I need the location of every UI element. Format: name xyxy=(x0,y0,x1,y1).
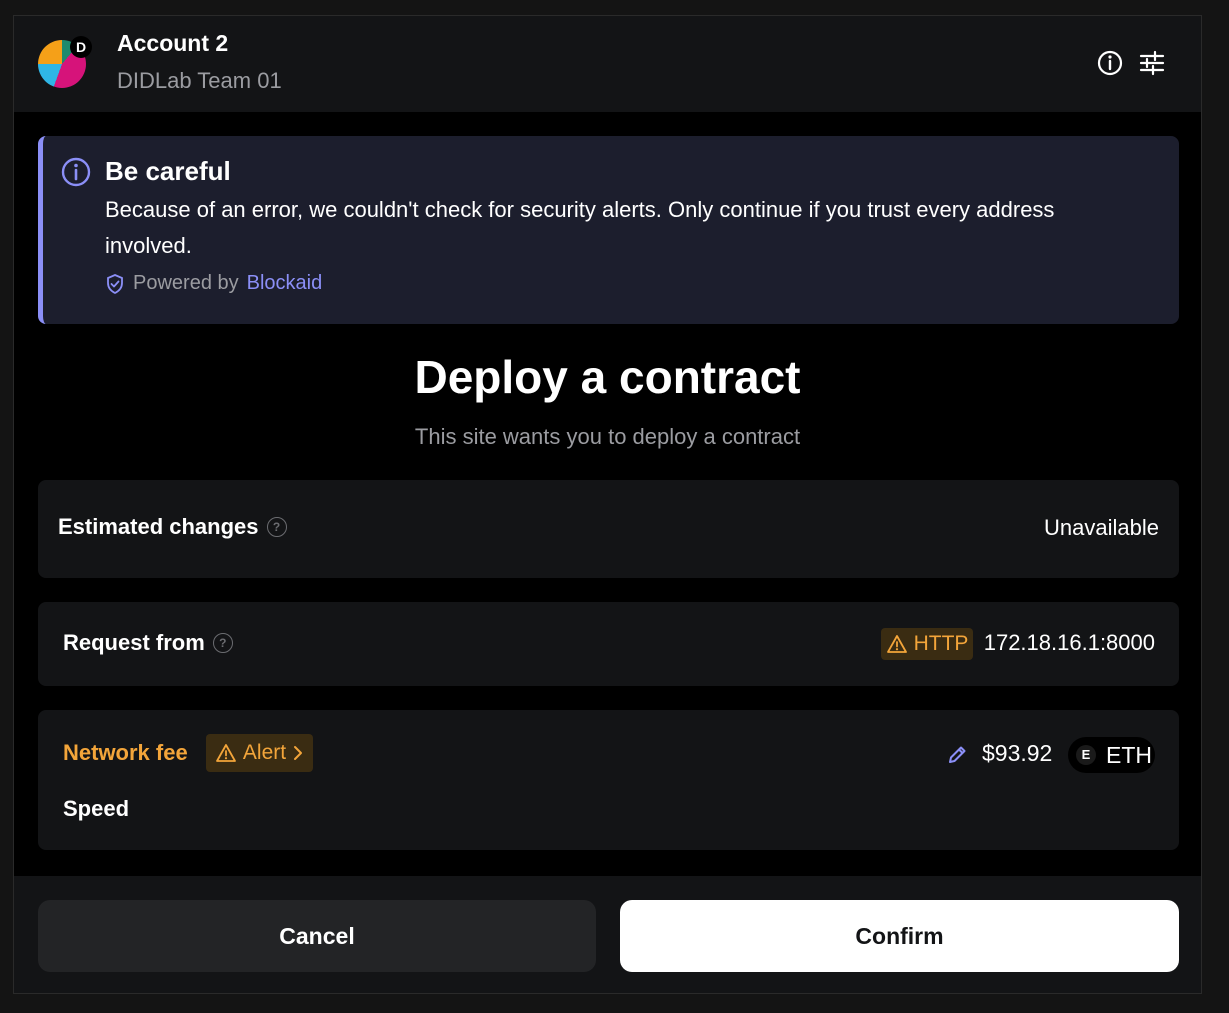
estimated-changes-label: Estimated changes xyxy=(58,514,259,539)
fee-amount: $93.92 xyxy=(982,740,1053,766)
header: D Account 2 DIDLab Team 01 xyxy=(14,16,1201,112)
question-icon[interactable]: ? xyxy=(212,633,233,653)
fee-alert-chip[interactable]: Alert xyxy=(206,734,313,772)
warning-icon xyxy=(886,635,907,653)
account-name[interactable]: Account 2 xyxy=(117,30,228,57)
request-from-card: Request from ? HTTP 172.18.16.1:8000 xyxy=(38,602,1179,686)
shield-check-icon xyxy=(107,273,123,294)
eth-token-icon: E xyxy=(1076,745,1096,765)
warning-icon xyxy=(216,744,236,762)
token-pill: E ETH xyxy=(1068,737,1155,773)
security-alert-banner: Be careful Because of an error, we could… xyxy=(38,136,1179,324)
account-subtitle: DIDLab Team 01 xyxy=(117,68,282,93)
request-from-label: Request from xyxy=(63,630,205,655)
http-badge-label: HTTP xyxy=(913,632,969,655)
avatar-badge: D xyxy=(70,36,92,58)
page-subtitle: This site wants you to deploy a contract xyxy=(414,424,801,449)
token-symbol: ETH xyxy=(1106,741,1152,768)
estimated-changes-row: Estimated changes ? xyxy=(58,514,287,540)
confirm-button[interactable]: Confirm xyxy=(620,900,1179,972)
powered-by: Powered by Blockaid xyxy=(105,272,322,295)
estimated-changes-value: Unavailable xyxy=(1044,515,1159,540)
blockaid-link[interactable]: Blockaid xyxy=(247,272,323,295)
question-icon[interactable]: ? xyxy=(266,517,287,537)
cancel-button[interactable]: Cancel xyxy=(38,900,596,972)
request-from-row: Request from ? xyxy=(63,630,233,656)
powered-prefix: Powered by xyxy=(133,272,239,294)
alert-body: Because of an error, we couldn't check f… xyxy=(105,197,1055,258)
alert-title: Be careful xyxy=(105,156,231,186)
estimated-changes-card: Estimated changes ? Unavailable xyxy=(38,480,1179,578)
edit-pencil-icon[interactable] xyxy=(946,744,968,766)
speed-label: Speed xyxy=(63,796,130,821)
network-fee-label: Network fee xyxy=(63,740,188,765)
page-title: Deploy a contract xyxy=(414,351,801,403)
info-icon[interactable] xyxy=(1095,48,1125,78)
confirmation-window: D Account 2 DIDLab Team 01 Be careful Be… xyxy=(13,15,1202,994)
info-icon xyxy=(61,157,91,187)
network-fee-card: Network fee Alert $93.92 E ETH Speed xyxy=(38,710,1179,850)
settings-sliders-icon[interactable] xyxy=(1137,48,1167,78)
request-from-value: 172.18.16.1:8000 xyxy=(983,630,1155,655)
http-warning-badge: HTTP xyxy=(881,628,973,660)
footer: Cancel Confirm xyxy=(14,876,1201,993)
chevron-right-icon xyxy=(294,746,303,760)
fee-alert-label: Alert xyxy=(242,741,287,764)
